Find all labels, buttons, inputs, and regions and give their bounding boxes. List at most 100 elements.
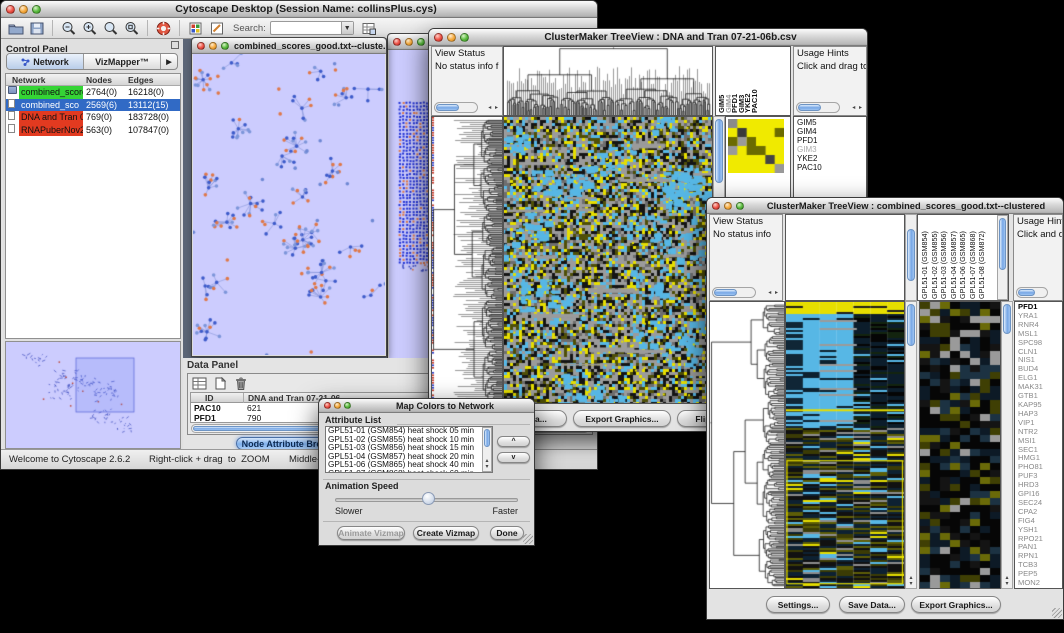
tv2-export-graphics-button[interactable]: Export Graphics... bbox=[911, 596, 1001, 613]
tv1-zoom-heatmap-canvas[interactable] bbox=[728, 119, 784, 173]
resize-grip-icon[interactable] bbox=[1052, 608, 1062, 618]
tab-network[interactable]: Network bbox=[7, 54, 84, 69]
gene-label[interactable]: GIM3 bbox=[797, 145, 866, 154]
cytoscape-titlebar[interactable]: Cytoscape Desktop (Session Name: collins… bbox=[1, 1, 597, 18]
tv1-column-dendrogram[interactable] bbox=[503, 46, 713, 116]
minimize-icon[interactable] bbox=[209, 42, 217, 50]
help-lifesaver-icon[interactable] bbox=[154, 19, 173, 37]
col-nodes[interactable]: Nodes bbox=[86, 75, 112, 85]
scroll-arrows-icon[interactable]: ▴▾ bbox=[483, 458, 491, 470]
scrollbar-thumb[interactable] bbox=[907, 229, 915, 281]
tv2-column-labels[interactable]: GPL51-01 (GSM854)GPL51-02 (GSM855)GPL51-… bbox=[920, 216, 996, 299]
window-controls[interactable] bbox=[319, 402, 356, 409]
minimize-icon[interactable] bbox=[724, 202, 732, 210]
minimize-icon[interactable] bbox=[447, 33, 456, 42]
scroll-arrows-icon[interactable]: ◂ ▸ bbox=[768, 289, 779, 296]
gene-label[interactable]: YKE2 bbox=[797, 154, 866, 163]
gene-label[interactable]: PFD1 bbox=[797, 136, 866, 145]
window-controls[interactable] bbox=[1, 5, 46, 14]
tv1-heatmap-canvas[interactable] bbox=[504, 117, 712, 403]
tv1-export-graphics-button[interactable]: Export Graphics... bbox=[573, 410, 671, 427]
network-table-header[interactable]: Network Nodes Edges bbox=[6, 74, 180, 86]
network-scatter-canvas[interactable] bbox=[193, 54, 385, 355]
col-edges[interactable]: Edges bbox=[128, 75, 154, 85]
open-folder-icon[interactable] bbox=[6, 19, 25, 37]
column-label[interactable]: GPL51-06 (GSM865) bbox=[958, 216, 968, 299]
search-dropdown-icon[interactable]: ▼ bbox=[341, 22, 353, 34]
zoom-window-icon[interactable] bbox=[736, 202, 744, 210]
tv2-hints-hscrollbar[interactable] bbox=[1016, 287, 1048, 298]
window-controls[interactable] bbox=[388, 38, 430, 46]
attribute-list-vscrollbar[interactable]: ▴▾ bbox=[482, 427, 492, 472]
zoom-selected-icon[interactable] bbox=[122, 19, 141, 37]
network-row[interactable]: combined_sco 2569(6) 13112(15) bbox=[6, 99, 180, 112]
select-attributes-icon[interactable] bbox=[191, 375, 208, 391]
column-label[interactable]: GPL51-08 (GSM872) bbox=[977, 216, 987, 299]
tv1-hints-hscrollbar[interactable] bbox=[796, 102, 840, 113]
scrollbar-thumb[interactable] bbox=[436, 104, 459, 111]
tv2-zoom-heatmap[interactable] bbox=[919, 301, 1001, 589]
network-name[interactable]: combined_sco bbox=[19, 99, 81, 112]
delete-attribute-icon[interactable] bbox=[233, 375, 248, 391]
network-name[interactable]: RNAPuberNov2+| bbox=[19, 124, 83, 137]
column-label[interactable]: GPL51-04 (GSM857) bbox=[949, 216, 959, 299]
tv1-column-dendrogram-canvas[interactable] bbox=[504, 47, 712, 115]
tab-vizmapper[interactable]: VizMapper™ bbox=[84, 54, 161, 69]
close-icon[interactable] bbox=[324, 402, 331, 409]
tv2-gene-list[interactable]: PFD1YRA1RNR4MSL1SPC98CLN1NIS1BUD4ELG1MAK… bbox=[1014, 301, 1063, 589]
tv2-heatmap-vscrollbar[interactable]: ▴▾ bbox=[905, 301, 917, 589]
network-canvas-1[interactable] bbox=[193, 54, 385, 355]
annotation-icon[interactable] bbox=[207, 19, 226, 37]
network-row[interactable]: combined_scores 2764(0) 16218(0) bbox=[6, 86, 180, 99]
scroll-arrows-icon[interactable]: ▴▾ bbox=[906, 575, 916, 587]
search-input[interactable]: ▼ bbox=[270, 21, 354, 35]
tv2-row-dendrogram-canvas[interactable] bbox=[710, 302, 784, 588]
scrollbar-thumb[interactable] bbox=[798, 104, 821, 111]
animate-vizmap-button[interactable]: Animate Vizmap bbox=[337, 526, 405, 540]
move-down-button[interactable]: v bbox=[497, 452, 530, 463]
network-name[interactable]: combined_scores bbox=[19, 86, 83, 99]
zoom-out-icon[interactable] bbox=[59, 19, 78, 37]
window-controls[interactable] bbox=[192, 42, 234, 50]
vizmap-grid-icon[interactable] bbox=[186, 19, 205, 37]
done-button[interactable]: Done bbox=[490, 526, 524, 540]
scroll-arrows-icon[interactable]: ◂ ▸ bbox=[852, 104, 863, 111]
zoom-window-icon[interactable] bbox=[221, 42, 229, 50]
resize-grip-icon[interactable] bbox=[523, 534, 533, 544]
tv2-zoom-heatmap-canvas[interactable] bbox=[920, 302, 1000, 588]
tv2-heatmap-canvas[interactable] bbox=[786, 302, 904, 588]
close-icon[interactable] bbox=[434, 33, 443, 42]
window-controls[interactable] bbox=[429, 33, 474, 42]
treeview2-titlebar[interactable]: ClusterMaker TreeView : combined_scores_… bbox=[707, 198, 1063, 214]
close-icon[interactable] bbox=[712, 202, 720, 210]
attribute-item[interactable]: GPL51-07 (GSM868) heat shock 60 min bbox=[328, 470, 492, 473]
tv1-row-dendrogram[interactable] bbox=[431, 116, 503, 404]
minimize-icon[interactable] bbox=[405, 38, 413, 46]
tv1-status-hscrollbar[interactable] bbox=[434, 102, 478, 113]
float-panel-icon[interactable] bbox=[171, 41, 179, 49]
column-label[interactable]: PAC10 bbox=[752, 49, 759, 113]
network-row[interactable]: RNAPuberNov2+| 563(0) 107847(0) bbox=[6, 124, 180, 137]
scrollbar-thumb[interactable] bbox=[715, 119, 723, 183]
tv1-row-dendrogram-canvas[interactable] bbox=[432, 117, 502, 403]
scrollbar-thumb[interactable] bbox=[1003, 304, 1011, 334]
column-label[interactable]: YKE2 bbox=[745, 49, 752, 113]
attribute-list[interactable]: GPL51-01 (GSM854) heat shock 05 minGPL51… bbox=[325, 426, 493, 473]
gene-label[interactable]: GIM4 bbox=[797, 127, 866, 136]
save-icon[interactable] bbox=[27, 19, 46, 37]
close-icon[interactable] bbox=[6, 5, 15, 14]
zoom-fit-icon[interactable] bbox=[101, 19, 120, 37]
scroll-arrows-icon[interactable]: ▴▾ bbox=[1002, 575, 1012, 587]
gene-label[interactable]: GIM5 bbox=[797, 118, 866, 127]
column-label[interactable]: GPL51-03 (GSM856) bbox=[939, 216, 949, 299]
table-import-icon[interactable] bbox=[360, 19, 379, 37]
gene-label[interactable]: PAC10 bbox=[797, 163, 866, 172]
close-icon[interactable] bbox=[393, 38, 401, 46]
scrollbar-thumb[interactable] bbox=[714, 289, 737, 296]
scrollbar-thumb[interactable] bbox=[1018, 289, 1035, 296]
speed-slider-thumb[interactable] bbox=[422, 492, 435, 505]
scrollbar-thumb[interactable] bbox=[484, 429, 490, 447]
tab-overflow-button[interactable]: ▶ bbox=[161, 54, 177, 69]
column-label[interactable]: GPL51-02 (GSM855) bbox=[930, 216, 940, 299]
tv2-zoom-vscrollbar[interactable]: ▴▾ bbox=[1001, 301, 1013, 589]
